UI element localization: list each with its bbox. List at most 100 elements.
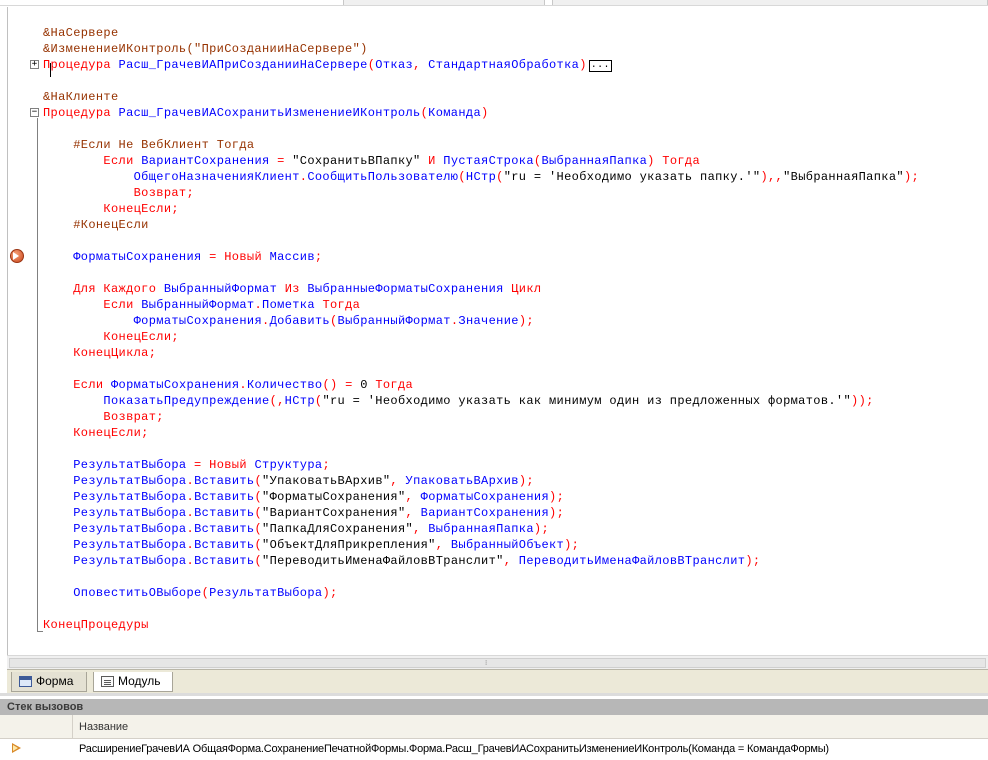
code-line[interactable]: &ИзменениеИКонтроль("ПриСозданииНаСервер… (43, 41, 368, 57)
code-token: . (186, 522, 195, 536)
code-line[interactable]: &НаСервере (43, 25, 119, 41)
expand-icon[interactable]: + (30, 60, 39, 69)
code-token: КонецЦикла; (73, 346, 157, 360)
code-line[interactable]: КонецЕсли; (43, 425, 149, 441)
code-line[interactable]: &НаКлиенте (43, 89, 119, 105)
tab-module[interactable]: Модуль (93, 672, 173, 692)
code-line[interactable]: КонецЕсли; (43, 329, 179, 345)
code-token: . (239, 378, 247, 392)
collapse-icon[interactable]: − (30, 108, 39, 117)
code-token: . (186, 474, 195, 488)
code-line[interactable]: Процедура Расш_ГрачевИАСохранитьИзменени… (43, 105, 489, 121)
code-token: ВариантСохранения (420, 506, 550, 520)
code-token: Вставить (194, 554, 255, 568)
code-token: ОбщегоНазначенияКлиент (133, 170, 300, 184)
form-icon (19, 676, 32, 687)
code-line[interactable]: Если ФорматыСохранения.Количество() = 0 … (43, 377, 413, 393)
code-token: ( (254, 474, 263, 488)
code-token: , (405, 490, 421, 504)
current-line-arrow-icon (13, 252, 19, 260)
editor-gutter[interactable] (8, 7, 30, 655)
code-token: "ВариантСохранения" (262, 506, 406, 520)
text-cursor (50, 63, 51, 77)
code-line[interactable]: ОповеститьОВыборе(РезультатВыбора); (43, 585, 338, 601)
code-line[interactable]: РезультатВыбора.Вставить("ФорматыСохране… (43, 489, 564, 505)
column-header-name[interactable]: Название (79, 715, 128, 739)
code-token: . (254, 298, 263, 312)
code-line[interactable]: Если ВыбранныйФормат.Пометка Тогда (43, 297, 360, 313)
code-token: "ru = 'Необходимо указать как минимум од… (322, 394, 852, 408)
code-line[interactable]: Возврат; (43, 185, 194, 201)
call-stack-row[interactable]: РасширениеГрачевИА ОбщаяФорма.Сохранение… (0, 739, 988, 759)
code-line[interactable]: ФорматыСохранения = Новый Массив; (43, 249, 322, 265)
code-token: ВыбранныйОбъект (450, 538, 565, 552)
code-line[interactable]: РезультатВыбора.Вставить("ПапкаДляСохран… (43, 521, 549, 537)
horizontal-scrollbar[interactable]: ⁞ (7, 655, 988, 669)
code-token: ); (322, 586, 338, 600)
code-line[interactable]: ОбщегоНазначенияКлиент.СообщитьПользоват… (43, 169, 919, 185)
code-token: ВариантСохранения (141, 154, 270, 168)
code-line[interactable]: Для Каждого ВыбранныйФормат Из Выбранные… (43, 281, 541, 297)
toolbar-segment[interactable] (552, 0, 988, 5)
code-token: ВыбраннаяПапка (541, 154, 648, 168)
code-line[interactable]: ПоказатьПредупреждение(,НСтр("ru = 'Необ… (43, 393, 874, 409)
code-line[interactable]: КонецЦикла; (43, 345, 156, 361)
code-line[interactable]: РезультатВыбора = Новый Структура; (43, 457, 330, 473)
code-token: ( (254, 538, 263, 552)
code-line[interactable]: ФорматыСохранения.Добавить(ВыбранныйФорм… (43, 313, 534, 329)
code-token: КонецЕсли; (73, 426, 149, 440)
code-token: НСтр (465, 170, 497, 184)
code-token: = (269, 154, 293, 168)
code-token: Вставить (194, 522, 255, 536)
code-token: Из (277, 282, 308, 296)
code-editor[interactable]: &НаСервере &ИзменениеИКонтроль("ПриСоздан… (7, 7, 988, 655)
tab-form[interactable]: Форма (11, 672, 87, 692)
code-token: ПереводитьИменаФайловВТранслит (518, 554, 746, 568)
code-line[interactable]: КонецЕсли; (43, 201, 179, 217)
code-token: НСтр (284, 394, 315, 408)
code-line[interactable]: КонецПроцедуры (43, 617, 149, 633)
column-separator[interactable] (72, 715, 73, 739)
code-token: ( (329, 314, 338, 328)
code-token: ( (458, 170, 466, 184)
code-token: , (435, 538, 451, 552)
code-token: КонецЕсли; (103, 202, 179, 216)
code-line[interactable]: РезультатВыбора.Вставить("ОбъектДляПрикр… (43, 537, 579, 553)
code-token: #КонецЕсли (73, 218, 149, 232)
code-line[interactable]: Если ВариантСохранения = "СохранитьВПапк… (43, 153, 700, 169)
code-token: Пометка (262, 298, 315, 312)
code-line[interactable]: Возврат; (43, 409, 164, 425)
code-token: . (186, 538, 195, 552)
code-token: Если (103, 154, 134, 168)
code-token: ) (481, 106, 489, 120)
tab-form-label: Форма (36, 674, 74, 688)
code-token: ВыбранныйФормат (163, 282, 278, 296)
toolbar-segment[interactable] (343, 0, 545, 5)
code-token: "ru = 'Необходимо указать папку.'" (503, 170, 761, 184)
code-token: "СохранитьВПапку" (292, 154, 421, 168)
code-token: . (262, 314, 270, 328)
code-token: Процедура (43, 106, 111, 120)
code-line[interactable]: РезультатВыбора.Вставить("ВариантСохране… (43, 505, 564, 521)
code-token: Возврат; (103, 410, 164, 424)
code-line[interactable]: #КонецЕсли (43, 217, 149, 233)
code-token: Структура (254, 458, 323, 472)
code-token: ) (579, 58, 587, 72)
scrollbar-thumb[interactable] (9, 658, 986, 668)
code-token: Расш_ГрачевИАПриСозданииНаСервере (118, 58, 368, 72)
code-token: Добавить (269, 314, 330, 328)
code-line[interactable]: Процедура Расш_ГрачевИАПриСозданииНаСерв… (43, 57, 612, 73)
code-line[interactable]: РезультатВыбора.Вставить("ПереводитьИмен… (43, 553, 760, 569)
code-line[interactable]: #Если Не ВебКлиент Тогда (43, 137, 254, 153)
code-line[interactable]: РезультатВыбора.Вставить("УпаковатьВАрхи… (43, 473, 534, 489)
call-stack-row-text: РасширениеГрачевИА ОбщаяФорма.Сохранение… (79, 743, 829, 755)
collapsed-block-marker[interactable]: ... (588, 60, 612, 72)
